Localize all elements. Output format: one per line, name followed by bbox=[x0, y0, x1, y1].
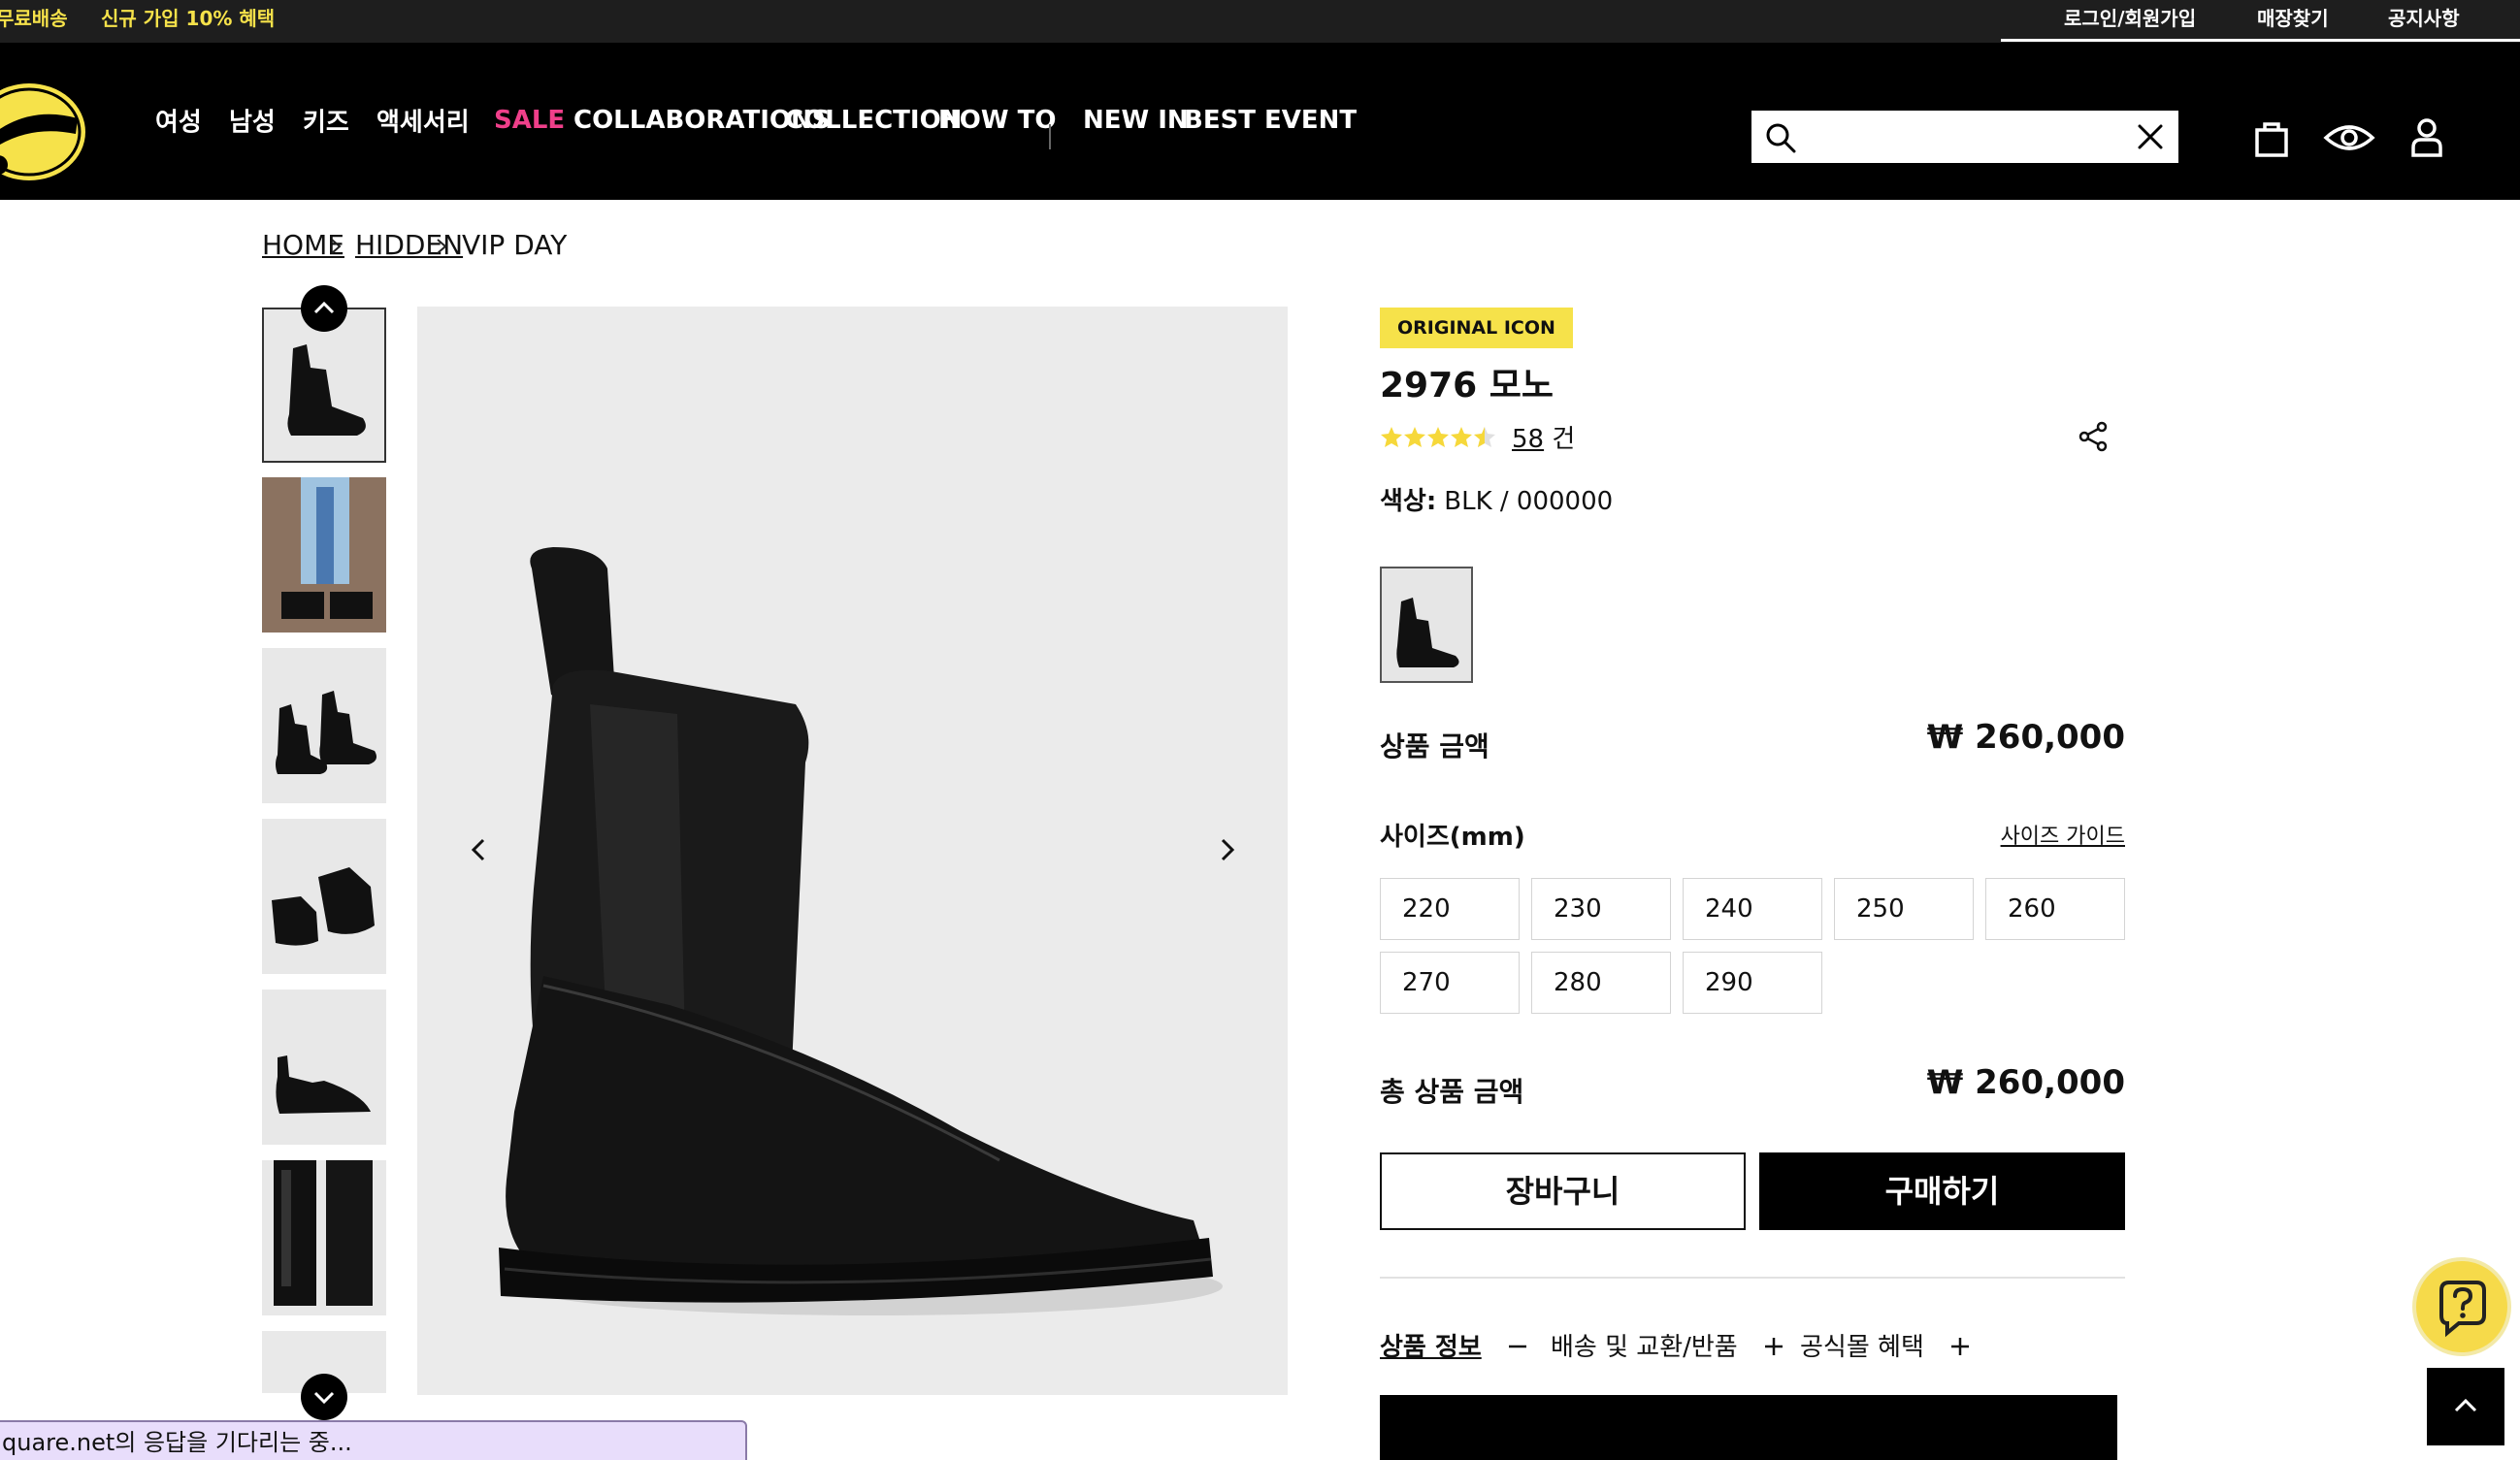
shopping-bag-icon[interactable] bbox=[2244, 111, 2299, 165]
thumbnail-list bbox=[262, 307, 388, 1393]
add-to-cart-button[interactable]: 장바구니 bbox=[1380, 1152, 1746, 1230]
thumbnail-4[interactable] bbox=[262, 819, 386, 974]
chevron-down-icon bbox=[313, 1391, 335, 1405]
price-row: 상품 금액 ₩ 260,000 bbox=[1380, 718, 2125, 766]
size-option-250[interactable]: 250 bbox=[1834, 878, 1974, 940]
browser-status-bar: quare.net의 응답을 기다리는 중... bbox=[0, 1420, 747, 1460]
nav-new-in[interactable]: NEW IN bbox=[1083, 106, 1189, 135]
size-option-270[interactable]: 270 bbox=[1380, 952, 1520, 1014]
nav-how-to[interactable]: HOW TO bbox=[938, 106, 1056, 135]
promo-signup: 신규 가입 10% 혜택 bbox=[101, 7, 276, 30]
help-question-icon bbox=[2439, 1281, 2486, 1338]
main-header: 여성 남성 키즈 액세서리 SALE COLLABORATIONS COLLEC… bbox=[0, 43, 2520, 200]
tab-product-info[interactable]: 상품 정보 bbox=[1380, 1327, 1528, 1363]
thumbnail-3[interactable] bbox=[262, 648, 386, 803]
thumbnail-5[interactable] bbox=[262, 990, 386, 1145]
share-icon[interactable] bbox=[2077, 419, 2111, 454]
search-input[interactable] bbox=[1808, 118, 2099, 155]
total-price-value: ₩ 260,000 bbox=[1926, 1063, 2125, 1102]
login-link[interactable]: 로그인/회원가입 bbox=[2064, 0, 2196, 37]
color-swatch[interactable] bbox=[1380, 567, 1473, 683]
product-title: 2976 모노 bbox=[1380, 366, 1554, 406]
product-badge: ORIGINAL ICON bbox=[1380, 308, 1573, 348]
brand-logo[interactable] bbox=[0, 76, 97, 182]
size-option-220[interactable]: 220 bbox=[1380, 878, 1520, 940]
scroll-to-top-button[interactable] bbox=[2427, 1368, 2504, 1445]
nav-men[interactable]: 남성 bbox=[229, 103, 276, 139]
thumbnail-up-button[interactable] bbox=[301, 285, 347, 332]
thumbnail-6[interactable] bbox=[262, 1160, 386, 1315]
breadcrumb-current: VIP DAY bbox=[462, 229, 568, 261]
total-price-row: 총 상품 금액 ₩ 260,000 bbox=[1380, 1063, 2125, 1112]
product-main-image bbox=[417, 307, 1288, 1395]
close-icon[interactable] bbox=[2136, 122, 2165, 151]
help-button[interactable] bbox=[2416, 1261, 2507, 1352]
size-option-260[interactable]: 260 bbox=[1985, 878, 2125, 940]
nav-best[interactable]: BEST bbox=[1184, 106, 1256, 135]
nav-divider bbox=[1049, 124, 1051, 149]
chevron-up-icon bbox=[313, 301, 335, 314]
size-option-240[interactable]: 240 bbox=[1683, 878, 1822, 940]
tab-shipping-returns[interactable]: 배송 및 교환/반품 bbox=[1551, 1327, 1784, 1363]
eye-icon[interactable] bbox=[2322, 111, 2376, 165]
minus-icon bbox=[1509, 1345, 1526, 1348]
buy-now-button[interactable]: 구매하기 bbox=[1759, 1152, 2125, 1230]
boot-image bbox=[417, 307, 1288, 1395]
promo-free-shipping: 무료배송 bbox=[0, 7, 68, 30]
product-info-banner bbox=[1380, 1395, 2117, 1460]
rating-stars bbox=[1381, 427, 1495, 447]
nav-kids[interactable]: 키즈 bbox=[303, 103, 349, 139]
nav-women[interactable]: 여성 bbox=[155, 103, 202, 139]
notice-link[interactable]: 공지사항 bbox=[2388, 0, 2460, 37]
thumbnail-2[interactable] bbox=[262, 477, 386, 633]
previous-image-button[interactable] bbox=[460, 830, 499, 869]
util-underline bbox=[2001, 39, 2520, 42]
total-price-label: 총 상품 금액 bbox=[1380, 1076, 1524, 1108]
next-image-button[interactable] bbox=[1207, 830, 1246, 869]
search-icon[interactable] bbox=[1765, 122, 1796, 153]
tab-official-benefits[interactable]: 공식몰 혜택 bbox=[1800, 1327, 1971, 1363]
user-icon[interactable] bbox=[2400, 111, 2454, 165]
nav-collection[interactable]: COLLECTION bbox=[785, 106, 962, 135]
size-header: 사이즈(mm) 사이즈 가이드 bbox=[1380, 817, 2125, 856]
review-count-link[interactable]: 58 건 bbox=[1512, 419, 1575, 455]
price-label: 상품 금액 bbox=[1380, 730, 1489, 762]
chevron-up-icon bbox=[2454, 1398, 2477, 1412]
plus-icon bbox=[1765, 1338, 1783, 1355]
size-option-290[interactable]: 290 bbox=[1683, 952, 1822, 1014]
nav-event[interactable]: EVENT bbox=[1264, 106, 1357, 135]
chevron-right-icon bbox=[331, 239, 342, 254]
plus-icon bbox=[1951, 1338, 1970, 1355]
chevron-right-icon bbox=[437, 239, 447, 254]
store-finder-link[interactable]: 매장찾기 bbox=[2257, 0, 2329, 37]
size-option-230[interactable]: 230 bbox=[1531, 878, 1671, 940]
price-value: ₩ 260,000 bbox=[1926, 718, 2125, 757]
size-option-280[interactable]: 280 bbox=[1531, 952, 1671, 1014]
thumbnail-down-button[interactable] bbox=[301, 1374, 347, 1420]
nav-accessories[interactable]: 액세서리 bbox=[376, 103, 470, 139]
section-divider bbox=[1380, 1277, 2125, 1279]
color-info: 색상: BLK / 000000 bbox=[1380, 487, 1614, 516]
size-guide-link[interactable]: 사이즈 가이드 bbox=[2001, 819, 2125, 850]
top-promo-bar: 무료배송 신규 가입 10% 혜택 로그인/회원가입 매장찾기 공지사항 bbox=[0, 0, 2520, 43]
nav-sale[interactable]: SALE bbox=[494, 106, 565, 135]
size-label: 사이즈(mm) bbox=[1380, 823, 1525, 852]
search-box bbox=[1751, 111, 2178, 163]
